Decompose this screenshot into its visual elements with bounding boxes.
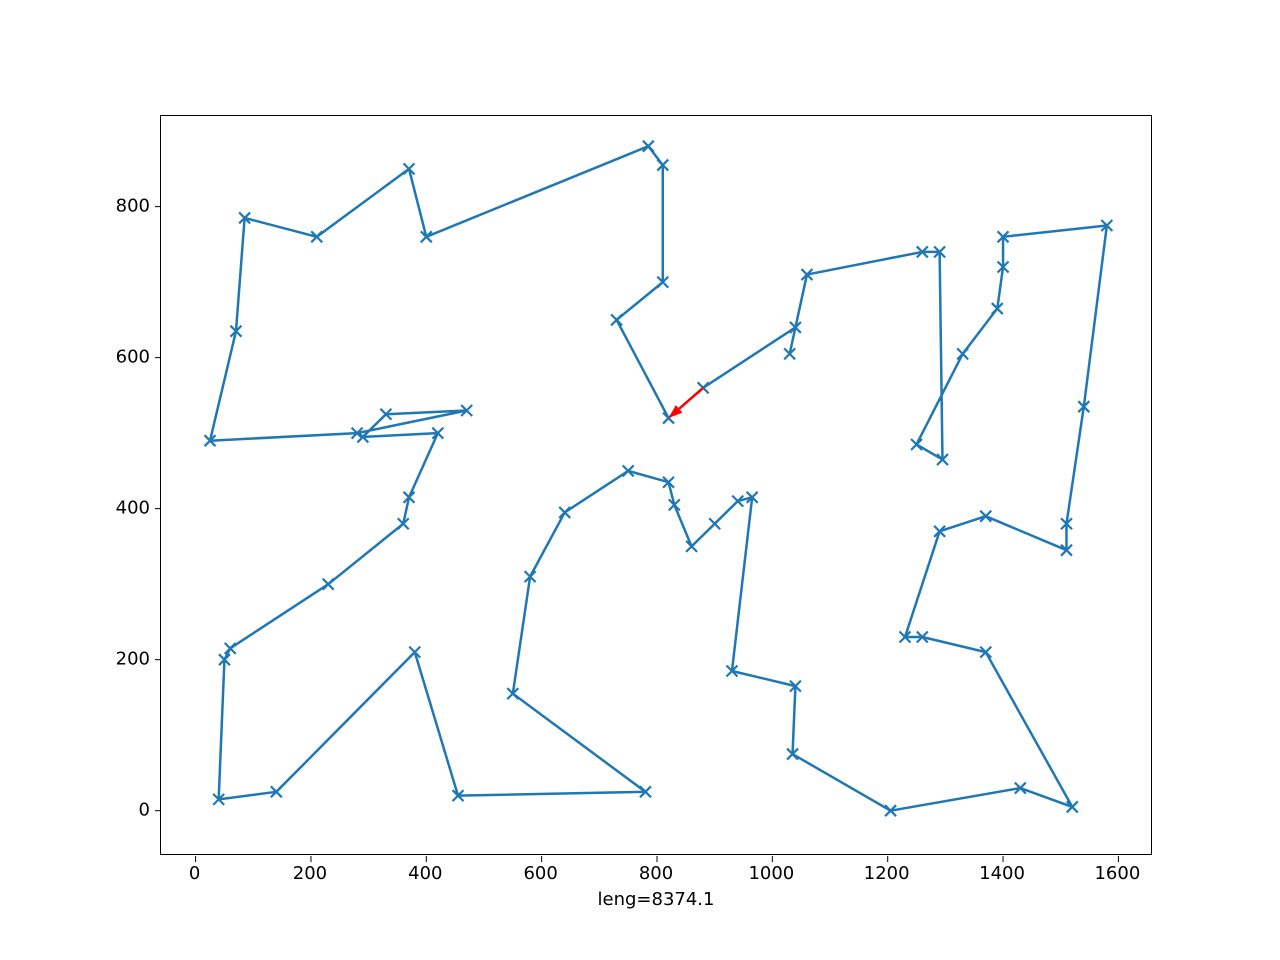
tour-path	[210, 146, 1107, 810]
data-point-marker	[911, 439, 922, 450]
x-tick-label: 600	[523, 863, 557, 884]
x-tick-label: 1400	[979, 863, 1025, 884]
plot-axes	[160, 115, 1152, 855]
x-tick-label: 1600	[1094, 863, 1140, 884]
data-point-marker	[957, 348, 968, 359]
plot-svg	[161, 116, 1153, 856]
data-point-marker	[643, 141, 654, 152]
figure: leng=8374.1 0 200 400 600 800 1000 1200 1400 160…	[0, 0, 1280, 960]
y-tick-label: 400	[116, 497, 150, 518]
data-point-marker	[709, 518, 720, 529]
x-tick-label: 1000	[748, 863, 794, 884]
data-point-marker	[559, 507, 570, 518]
x-tick-label: 200	[293, 863, 327, 884]
y-tick-label: 600	[116, 346, 150, 367]
data-point-marker	[611, 314, 622, 325]
x-axis-label: leng=8374.1	[598, 889, 715, 910]
data-point-marker	[225, 643, 236, 654]
x-tick-label: 1200	[864, 863, 910, 884]
y-tick-label: 200	[116, 648, 150, 669]
x-tick-label: 800	[639, 863, 673, 884]
x-tick-label: 0	[189, 863, 200, 884]
data-point-marker	[686, 541, 697, 552]
x-tick-label: 400	[408, 863, 442, 884]
data-point-marker	[1067, 801, 1078, 812]
y-tick-label: 800	[116, 195, 150, 216]
direction-arrow	[679, 388, 703, 409]
data-point-marker	[323, 579, 334, 590]
y-tick-label: 0	[139, 799, 150, 820]
